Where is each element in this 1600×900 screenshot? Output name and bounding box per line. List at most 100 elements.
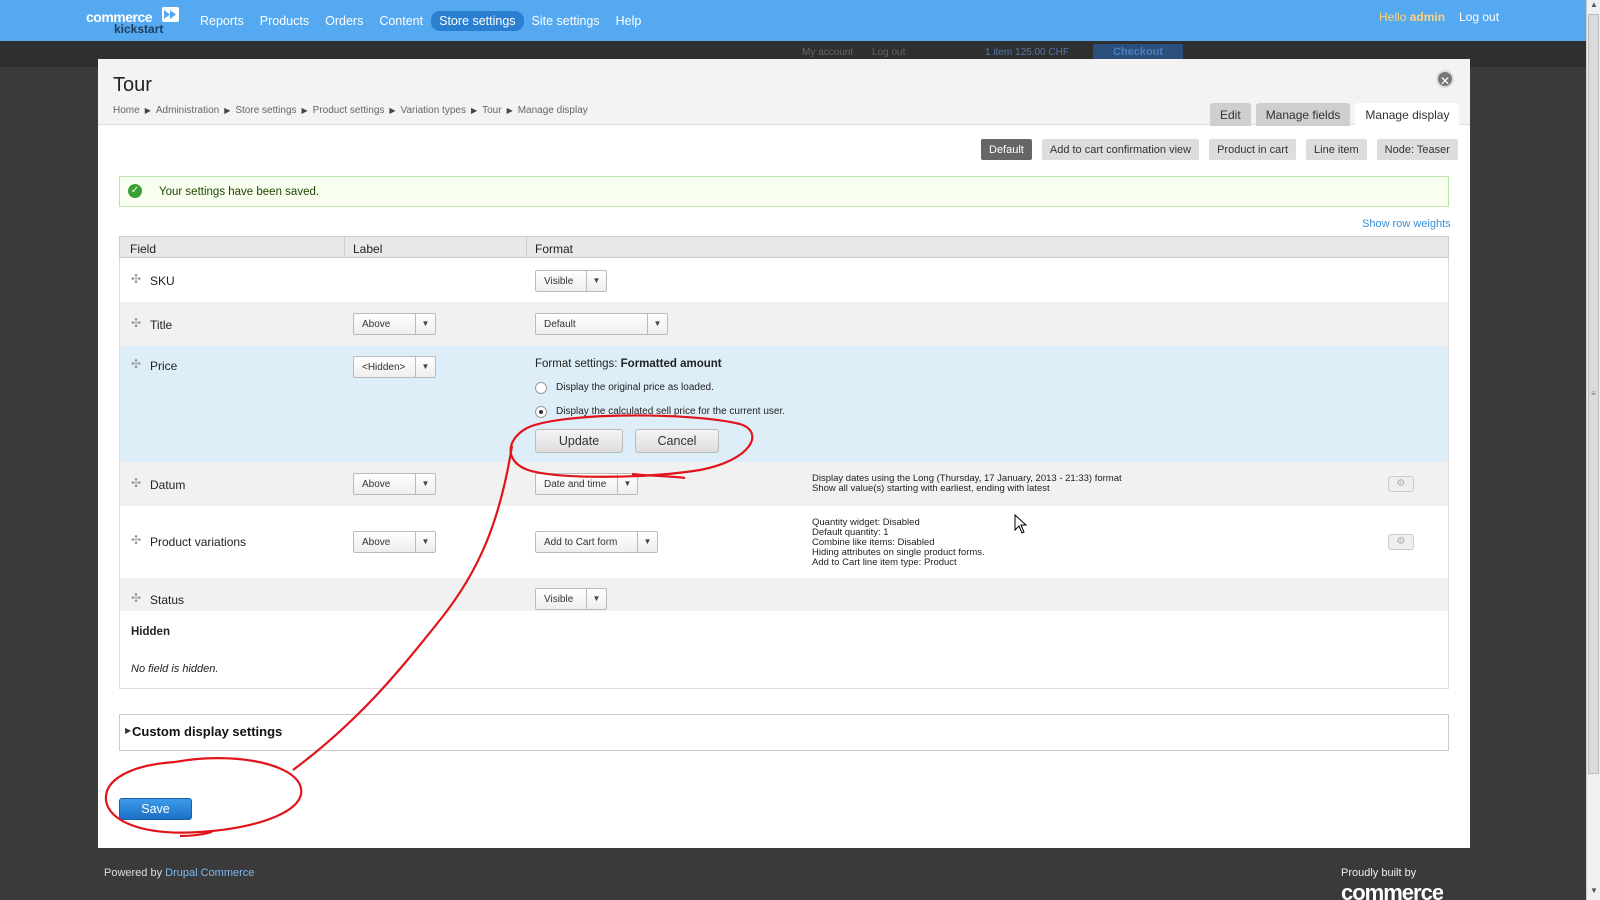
custom-display-settings-title: Custom display settings [132,724,283,739]
scroll-up-arrow-icon[interactable]: ▲ [1587,0,1600,14]
mouse-cursor-icon [1014,514,1028,534]
grip-icon: ≡ [1591,389,1596,398]
format-select-status[interactable]: Visible ▼ [535,588,607,610]
logo-line2: kickstart [114,22,164,36]
tab-edit[interactable]: Edit [1210,103,1251,126]
breadcrumb-home[interactable]: Home [113,105,140,116]
breadcrumb-product-settings[interactable]: Product settings [313,105,385,116]
breadcrumb-separator-icon: ▶ [470,106,478,115]
bg-checkout: Checkout [1093,44,1183,60]
label-select-price[interactable]: <Hidden> ▼ [353,356,436,378]
chevron-down-icon: ▼ [415,532,435,552]
page-scrollbar[interactable]: ▲ ≡ ▼ [1586,0,1600,900]
subtab-product-in-cart[interactable]: Product in cart [1209,139,1297,160]
page-title: Tour [113,74,152,96]
format-select-sku[interactable]: Visible ▼ [535,270,607,292]
label-select-title[interactable]: Above ▼ [353,313,436,335]
chevron-down-icon: ▼ [647,314,667,334]
format-settings-name: Formatted amount [620,358,722,370]
table-row-product-variations: ✣ Product variations Above ▼ Add to Cart… [119,506,1449,578]
format-select-variations-value: Add to Cart form [544,537,618,548]
menu-help[interactable]: Help [608,11,650,31]
drag-handle-icon[interactable]: ✣ [131,591,141,605]
menu-reports[interactable]: Reports [192,11,252,31]
label-select-datum-value: Above [362,479,391,490]
label-select-variations-value: Above [362,537,391,548]
field-name-status: Status [150,593,185,607]
chevron-down-icon: ▼ [617,474,637,494]
show-row-weights-link[interactable]: Show row weights [1362,218,1451,230]
breadcrumb-separator-icon: ▶ [301,106,308,115]
breadcrumb-variation-types[interactable]: Variation types [401,105,466,116]
breadcrumb-manage-display: Manage display [517,105,588,116]
proudly-built-by: Proudly built by [1341,867,1417,879]
label-select-variations[interactable]: Above ▼ [353,531,436,553]
primary-tabs: Edit Manage fields Manage display [1210,103,1460,126]
drag-handle-icon[interactable]: ✣ [131,476,141,490]
tab-manage-fields[interactable]: Manage fields [1255,103,1351,126]
scrollbar-thumb[interactable]: ≡ [1588,14,1599,774]
subtab-node-teaser[interactable]: Node: Teaser [1376,139,1458,160]
save-button[interactable]: Save [119,798,192,820]
label-select-datum[interactable]: Above ▼ [353,473,436,495]
header-divider [344,237,345,258]
commerce-kickstart-logo[interactable]: commerce kickstart [86,7,181,37]
expand-triangle-icon: ▶ [125,726,132,735]
hidden-region-note: No field is hidden. [131,663,219,675]
drag-handle-icon[interactable]: ✣ [131,533,141,547]
custom-display-settings-fieldset[interactable]: ▶ Custom display settings [119,714,1449,751]
format-settings-prefix: Format settings: [535,358,618,370]
hidden-region: Hidden No field is hidden. [119,611,1449,689]
logout-link[interactable]: Log out [1459,10,1499,24]
field-name-price: Price [150,359,178,373]
drag-handle-icon[interactable]: ✣ [131,272,141,286]
field-name-sku: SKU [150,274,175,288]
close-icon[interactable]: ✕ [1436,70,1454,88]
drag-handle-icon[interactable]: ✣ [131,357,141,371]
admin-toolbar: commerce kickstart Reports Products Orde… [0,0,1600,41]
hello-username[interactable]: admin [1410,10,1445,24]
menu-content[interactable]: Content [371,11,431,31]
format-select-variations[interactable]: Add to Cart form ▼ [535,531,658,553]
cancel-button[interactable]: Cancel [635,429,719,453]
breadcrumb-tour[interactable]: Tour [482,105,501,116]
powered-by-prefix: Powered by [104,867,163,879]
tab-manage-display[interactable]: Manage display [1355,103,1460,126]
view-mode-tabs: Default Add to cart confirmation view Pr… [971,139,1458,160]
commerce-guys-logo[interactable]: commerce [1341,880,1443,900]
format-select-title[interactable]: Default ▼ [535,313,668,335]
scroll-down-arrow-icon[interactable]: ▼ [1587,886,1600,900]
bg-my-account: My account [802,47,854,58]
breadcrumb-separator-icon: ▶ [224,106,231,115]
field-name-datum: Datum [150,478,186,492]
update-button[interactable]: Update [535,429,623,453]
hidden-region-title: Hidden [131,626,170,638]
table-row-sku: ✣ SKU Visible ▼ [119,258,1449,302]
menu-products[interactable]: Products [252,11,317,31]
table-row-datum: ✣ Datum Above ▼ Date and time ▼ Display … [119,462,1449,506]
format-select-datum[interactable]: Date and time ▼ [535,473,638,495]
subtab-add-to-cart-confirmation[interactable]: Add to cart confirmation view [1041,139,1200,160]
format-select-title-value: Default [544,319,576,330]
breadcrumb-separator-icon: ▶ [389,106,396,115]
radio-calculated-price-label: Display the calculated sell price for th… [556,406,785,417]
breadcrumb-store-settings[interactable]: Store settings [235,105,296,116]
gear-icon[interactable]: ⚙ [1388,476,1414,492]
breadcrumb-administration[interactable]: Administration [156,105,219,116]
chevron-down-icon: ▼ [586,589,606,609]
subtab-line-item[interactable]: Line item [1306,139,1367,160]
menu-store-settings[interactable]: Store settings [431,11,524,31]
breadcrumb: Home ▶ Administration ▶ Store settings ▶ Pr… [113,105,588,116]
menu-orders[interactable]: Orders [317,11,371,31]
variations-summary-line: Add to Cart line item type: Product [812,557,957,568]
fast-forward-icon [162,7,179,22]
drag-handle-icon[interactable]: ✣ [131,316,141,330]
field-name-title: Title [150,318,173,332]
menu-site-settings[interactable]: Site settings [524,11,608,31]
subtab-default[interactable]: Default [981,139,1032,160]
admin-menu: Reports Products Orders Content Store se… [192,11,649,31]
drupal-commerce-link[interactable]: Drupal Commerce [165,867,254,879]
radio-original-price[interactable] [535,382,547,394]
radio-calculated-price[interactable] [535,406,547,418]
gear-icon[interactable]: ⚙ [1388,534,1414,550]
